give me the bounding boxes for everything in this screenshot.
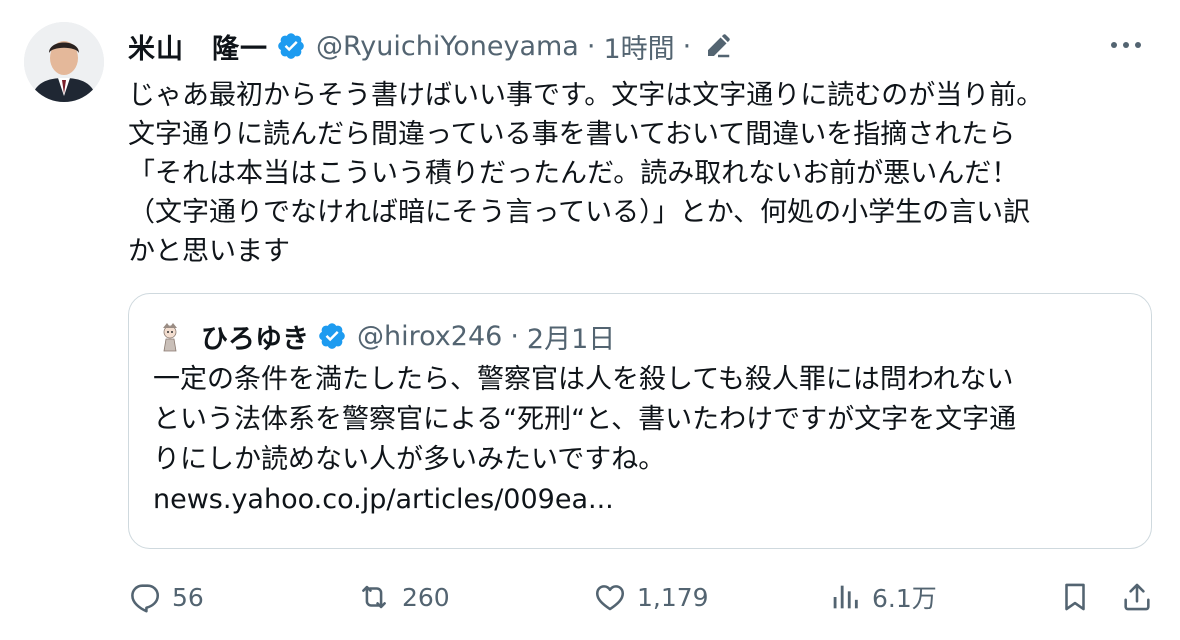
tweet-text-line: （文字通りでなければ暗にそう言っている）」とか、何処の小学生の言い訳 <box>128 197 1031 228</box>
author-avatar[interactable] <box>24 22 104 102</box>
retweet-count: 260 <box>402 582 450 612</box>
tweet-action-bar: 56 260 1,179 6.1万 <box>128 574 1158 620</box>
reply-button[interactable]: 56 <box>128 574 204 620</box>
quoted-tweet-card[interactable]: ひろゆき @hirox246 · 2月1日 一定の条件を満たしたら、警察官は人を… <box>128 293 1152 549</box>
quoted-article-link[interactable]: news.yahoo.co.jp/articles/009ea... <box>153 480 1133 520</box>
view-count: 6.1万 <box>872 584 937 613</box>
author-avatar-image <box>24 22 104 102</box>
tweet-text-line: じゃあ最初からそう書けばいい事です。文字は文字通りに読むのが当り前。 <box>128 80 1044 111</box>
quoted-tweet-text: 一定の条件を満たしたら、警察官は人を殺しても殺人罪には問われない という法体系を… <box>153 360 1133 520</box>
share-button[interactable] <box>1120 574 1154 620</box>
tweet-text-line: 「それは本当はこういう積りだったんだ。読み取れないお前が悪いんだ！ <box>128 158 1019 189</box>
views-button[interactable]: 6.1万 <box>828 574 937 620</box>
tweet[interactable]: 米山 隆一 @RyuichiYoneyama · 1時間 · じゃあ最初からそう… <box>0 0 1180 640</box>
quoted-text-line: りにしか読めない人が多いみたいですね。 <box>153 444 666 475</box>
tweet-header: 米山 隆一 @RyuichiYoneyama · 1時間 · <box>128 22 733 70</box>
more-dots-icon[interactable] <box>1106 30 1146 60</box>
quoted-author-avatar[interactable] <box>153 319 187 353</box>
quoted-author-handle[interactable]: @hirox246 <box>357 321 502 352</box>
tweet-text-line: 文字通りに読んだら間違っている事を書いておいて間違いを指摘されたら <box>128 119 1016 150</box>
share-icon <box>1124 583 1150 611</box>
bookmark-button[interactable] <box>1058 574 1092 620</box>
quoted-text-line: 一定の条件を満たしたら、警察官は人を殺しても殺人罪には問われない <box>153 364 1014 395</box>
author-name[interactable]: 米山 隆一 <box>128 27 268 66</box>
reply-icon <box>131 584 160 613</box>
verified-badge-icon[interactable] <box>276 31 306 61</box>
separator-dot: · <box>586 30 596 62</box>
verified-badge-icon[interactable] <box>317 321 347 351</box>
quoted-tweet-date[interactable]: 2月1日 <box>527 317 615 356</box>
retweet-button[interactable]: 260 <box>356 574 450 620</box>
retweet-icon <box>362 585 386 609</box>
views-chart-icon <box>833 585 858 609</box>
quoted-author-name[interactable]: ひろゆき <box>201 317 309 356</box>
separator-dot: · <box>682 30 692 62</box>
tweet-text-line: かと思います <box>128 236 290 267</box>
like-button[interactable]: 1,179 <box>593 574 709 620</box>
tweet-text: じゃあ最初からそう書けばいい事です。文字は文字通りに読むのが当り前。 文字通りに… <box>128 76 1158 271</box>
reply-count: 56 <box>172 582 204 612</box>
bookmark-icon <box>1065 583 1085 611</box>
like-count: 1,179 <box>637 582 709 612</box>
heart-icon <box>595 585 625 611</box>
quoted-tweet-header: ひろゆき @hirox246 · 2月1日 <box>153 316 615 356</box>
separator-dot: · <box>510 320 519 352</box>
author-handle[interactable]: @RyuichiYoneyama <box>316 31 579 62</box>
tweet-time[interactable]: 1時間 <box>603 27 674 66</box>
quoted-text-line: という法体系を警察官による“死刑“と、書いたわけですが文字を文字通 <box>153 404 1017 435</box>
edit-pencil-icon[interactable] <box>703 31 733 61</box>
